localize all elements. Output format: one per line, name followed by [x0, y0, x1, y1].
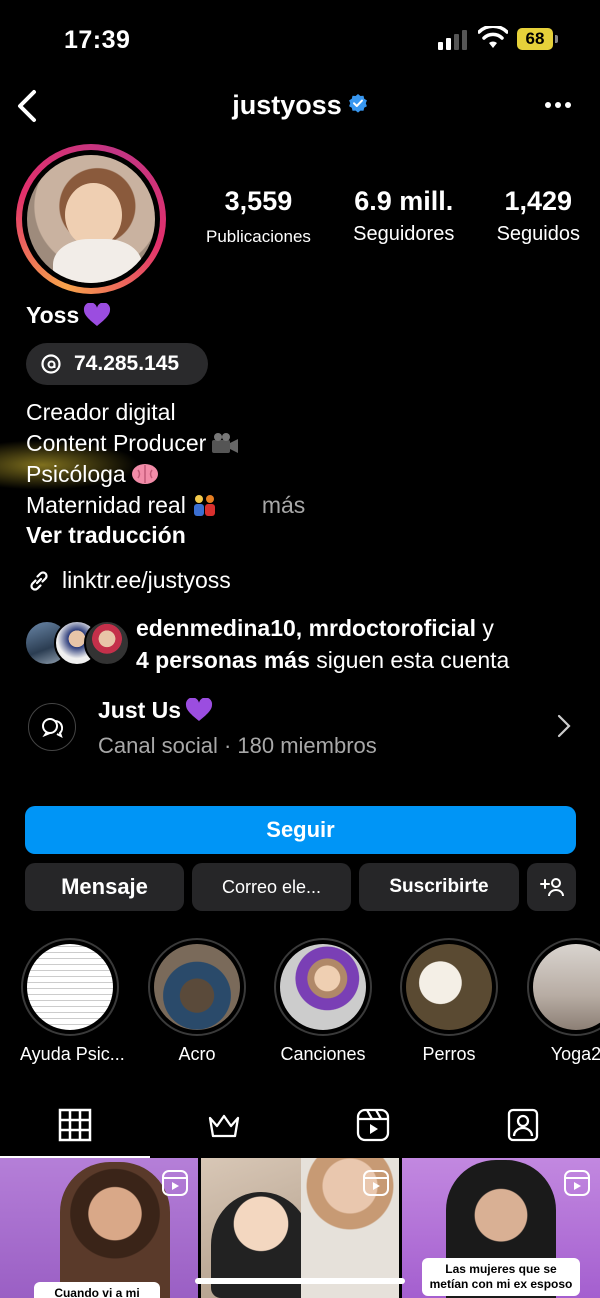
movie-camera-icon: [212, 433, 239, 453]
battery-icon: 68: [517, 28, 558, 50]
profile-header: justyoss: [0, 82, 600, 132]
highlight-label: Canciones: [280, 1044, 366, 1064]
profile-link-text: linktr.ee/justyoss: [62, 567, 231, 593]
profile-tabs: [0, 1100, 600, 1160]
see-translation-link[interactable]: Ver traducción: [26, 522, 186, 549]
tagged-icon[interactable]: [506, 1108, 540, 1142]
suggest-people-button[interactable]: [527, 863, 576, 911]
reels-icon: [162, 1170, 188, 1196]
highlight-cover: [533, 944, 600, 1030]
stat-followers-label: Seguidores: [353, 223, 455, 245]
grid-icon[interactable]: [58, 1108, 92, 1142]
username-text: justyoss: [232, 90, 342, 120]
highlight-item[interactable]: Canciones: [273, 938, 373, 1065]
action-buttons: Mensaje Correo ele... Suscribirte: [25, 863, 576, 911]
status-bar: 17:39 68: [0, 0, 600, 80]
home-indicator: [195, 1278, 405, 1284]
bio-line: Maternidad real más: [26, 492, 306, 518]
brain-icon: [131, 464, 158, 484]
threads-count: 74.285.145: [74, 352, 180, 375]
bio-line: Psicóloga: [26, 459, 305, 490]
chat-bubbles-icon: [42, 718, 64, 738]
more-options-icon[interactable]: [540, 90, 576, 120]
chevron-right-icon: [557, 714, 571, 738]
stat-following-label: Seguidos: [496, 223, 580, 245]
profile-stats: 3,559 Publicaciones 6.9 mill. Seguidores…: [206, 186, 580, 256]
bio: Creador digital Content Producer Psicólo…: [26, 397, 305, 521]
reels-icon: [564, 1170, 590, 1196]
bio-more-link[interactable]: más: [262, 492, 305, 518]
bio-line: Creador digital: [26, 399, 176, 425]
followed-by-text: edenmedina10, mrdoctoroficial y 4 person…: [136, 615, 510, 673]
highlight-item[interactable]: Acro: [147, 938, 247, 1065]
highlight-label: Perros: [422, 1044, 476, 1064]
add-person-icon: [539, 878, 564, 897]
highlight-cover: [27, 944, 113, 1030]
stat-followers[interactable]: 6.9 mill. Seguidores: [353, 186, 454, 256]
threads-icon: [41, 354, 61, 374]
wifi-icon: [478, 26, 508, 48]
grid-post[interactable]: Cuando vi a mi papá: [0, 1158, 198, 1298]
message-button[interactable]: Mensaje: [25, 863, 184, 911]
profile-link[interactable]: linktr.ee/justyoss: [26, 567, 231, 594]
highlight-label: Yoga2: [550, 1044, 600, 1064]
verified-badge-icon: [348, 94, 367, 113]
highlight-label: Ayuda Psic...: [20, 1044, 125, 1064]
post-thumbnail: [60, 1162, 170, 1298]
stat-followers-value: 6.9 mill.: [354, 186, 454, 216]
channel-title: Just Us: [98, 697, 213, 724]
display-name: Yoss: [26, 302, 111, 329]
grid-post[interactable]: Las mujeres que se metían con mi ex espo…: [402, 1158, 600, 1298]
profile-avatar[interactable]: [16, 144, 166, 294]
purple-heart-icon: [186, 698, 213, 721]
story-highlights: Ayuda Psic... Acro Canciones Perros Yoga…: [0, 938, 600, 1078]
mutual-avatar: [84, 620, 130, 666]
link-icon: [30, 570, 48, 591]
followed-by[interactable]: edenmedina10, mrdoctoroficial y 4 person…: [24, 612, 584, 678]
avatar-photo: [27, 155, 155, 283]
channel-icon-wrap: [28, 703, 76, 751]
bio-line: Content Producer: [26, 428, 305, 459]
subscribe-button[interactable]: Suscribirte: [359, 863, 519, 911]
stat-following[interactable]: 1,429 Seguidos: [497, 186, 580, 256]
stat-posts-label: Publicaciones: [206, 227, 311, 246]
status-time: 17:39: [64, 26, 131, 54]
follow-button[interactable]: Seguir: [25, 806, 576, 854]
threads-badge[interactable]: 74.285.145: [26, 343, 208, 385]
signal-icon: [438, 30, 468, 50]
highlight-cover: [406, 944, 492, 1030]
highlight-item[interactable]: Perros: [399, 938, 499, 1065]
grid-post[interactable]: [201, 1158, 399, 1298]
broadcast-channel[interactable]: Just Us Canal social · 180 miembros: [26, 693, 578, 763]
posts-grid: Cuando vi a mi papá Las mujeres que se m…: [0, 1158, 600, 1298]
highlight-item[interactable]: Ayuda Psic...: [20, 938, 125, 1065]
highlight-cover: [154, 944, 240, 1030]
mutual-followers-avatars: [24, 620, 134, 666]
email-button[interactable]: Correo ele...: [192, 863, 351, 911]
display-name-text: Yoss: [26, 302, 80, 328]
highlight-label: Acro: [178, 1044, 216, 1064]
reels-icon[interactable]: [356, 1108, 390, 1142]
header-username: justyoss: [0, 90, 600, 121]
highlight-item[interactable]: Yoga2: [526, 938, 600, 1065]
purple-heart-icon: [84, 303, 111, 326]
channel-subtitle: Canal social · 180 miembros: [98, 733, 377, 758]
family-icon: [193, 495, 215, 516]
stat-posts[interactable]: 3,559 Publicaciones: [206, 186, 311, 256]
stat-following-value: 1,429: [504, 186, 573, 216]
post-caption: Cuando vi a mi papá: [34, 1282, 160, 1298]
reels-icon: [363, 1170, 389, 1196]
post-caption: Las mujeres que se metían con mi ex espo…: [422, 1258, 580, 1296]
crown-icon[interactable]: [207, 1108, 241, 1142]
highlight-cover: [280, 944, 366, 1030]
stat-posts-value: 3,559: [224, 186, 293, 216]
